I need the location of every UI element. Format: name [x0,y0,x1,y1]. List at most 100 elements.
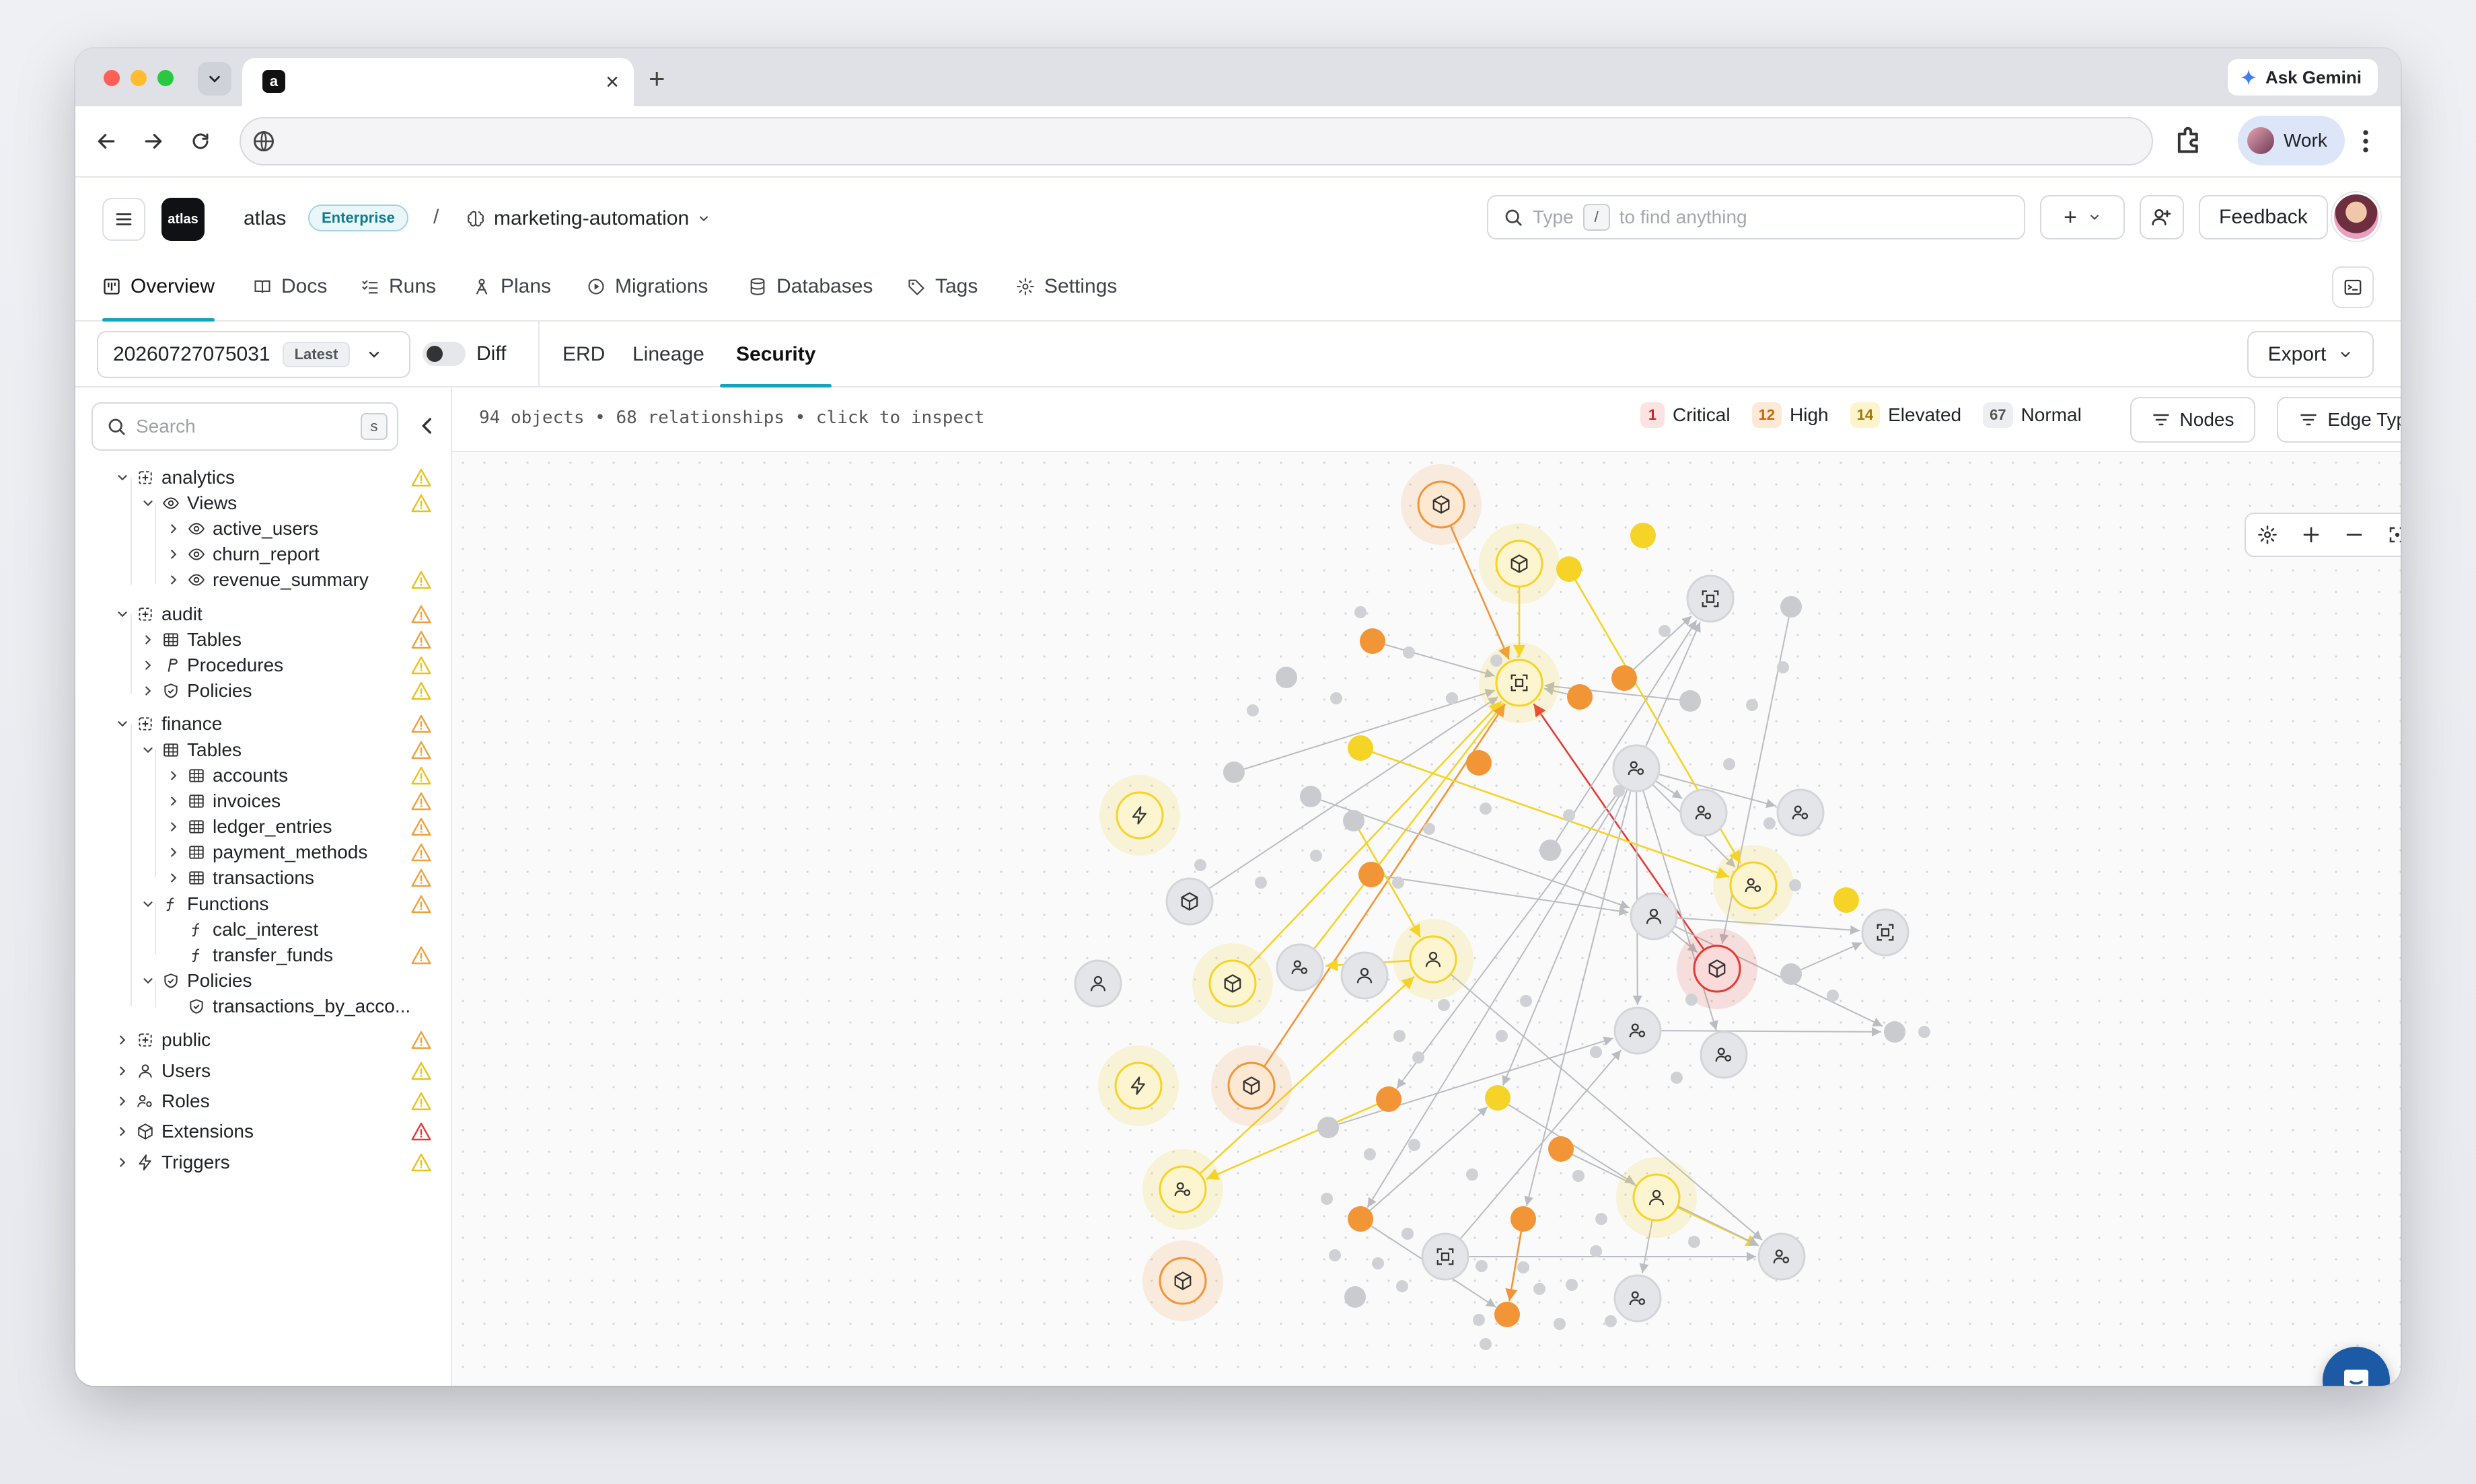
graph-node-dot[interactable] [1223,762,1245,783]
chevron-right-icon[interactable] [113,1088,132,1115]
export-button[interactable]: Export [2247,331,2374,378]
graph-node-minor[interactable] [1746,699,1758,711]
tree-item-triggers[interactable]: Triggers [75,1149,452,1176]
invite-user-button[interactable] [2140,195,2184,239]
graph-edge[interactable] [1383,643,1495,678]
tab-migrations[interactable]: Migrations [587,252,708,322]
chevron-down-icon[interactable] [139,891,157,918]
maximize-window-button[interactable] [157,70,174,86]
edge-types-filter-button[interactable]: Edge Types [2277,397,2401,443]
graph-node-minor[interactable] [1595,1213,1607,1225]
chevron-down-icon[interactable] [113,464,132,491]
graph-node-bolt[interactable] [1099,775,1180,856]
graph-node-minor[interactable] [1354,606,1367,618]
severity-elevated[interactable]: 14 Elevated [1850,402,1961,428]
graph-node-roles[interactable] [1700,1031,1748,1079]
tree-item-analytics[interactable]: analytics [75,464,452,491]
graph-node-box[interactable] [1401,464,1482,545]
global-search-input[interactable]: Type / to find anything [1487,195,2025,239]
graph-node-schema[interactable] [1421,1232,1469,1281]
graph-node-dot[interactable] [1833,887,1859,913]
create-new-button[interactable]: + [2040,195,2125,239]
graph-edge[interactable] [1368,1106,1488,1213]
back-button[interactable] [89,124,124,159]
graph-node-minor[interactable] [1393,1030,1406,1042]
graph-node-dot[interactable] [1348,1206,1373,1232]
graph-node-dot[interactable] [1548,1136,1574,1162]
graph-node-minor[interactable] [1688,1236,1700,1248]
tree-item-churn-report[interactable]: churn_report [75,541,452,568]
user-avatar[interactable] [2332,192,2380,241]
graph-node-dot[interactable] [1611,665,1637,691]
chevron-right-icon[interactable] [164,788,183,815]
tree-item-public[interactable]: public [75,1027,452,1053]
tree-item-tables[interactable]: Tables [75,737,452,764]
ask-gemini-button[interactable]: Ask Gemini [2227,59,2378,96]
graph-node-minor[interactable] [1466,1168,1478,1181]
graph-node-minor[interactable] [1496,1030,1508,1042]
chevron-right-icon[interactable] [139,677,157,704]
graph-node-dot[interactable] [1276,667,1297,688]
graph-edge[interactable] [1644,622,1701,748]
graph-node-minor[interactable] [1566,1279,1578,1291]
tab-docs[interactable]: Docs [253,252,327,322]
graph-node-minor[interactable] [1480,803,1492,815]
tab-databases[interactable]: Databases [748,252,873,322]
graph-node-user[interactable] [1630,892,1678,940]
org-name[interactable]: atlas [244,207,286,230]
graph-node-minor[interactable] [1763,817,1776,829]
graph-node-minor[interactable] [1533,1283,1545,1295]
sidebar-search-input[interactable]: Search s [92,402,398,451]
graph-node-dot[interactable] [1466,750,1492,776]
chevron-down-icon[interactable] [113,601,132,628]
tree-item-views[interactable]: Views [75,490,452,517]
profile-button[interactable]: Work [2238,116,2345,165]
graph-node-dot[interactable] [1539,840,1561,861]
menu-button[interactable] [102,198,145,241]
tree-item-active-users[interactable]: active_users [75,515,452,542]
tree-item-audit[interactable]: audit [75,601,452,628]
graph-node-minor[interactable] [1671,1072,1683,1084]
address-bar[interactable] [240,117,2153,165]
graph-edge[interactable] [1800,942,1862,971]
graph-node-dot[interactable] [1510,1206,1536,1232]
graph-node-user[interactable] [1340,951,1389,1000]
tree-item-accounts[interactable]: accounts [75,762,452,789]
chevron-right-icon[interactable] [164,762,183,789]
graph-node-minor[interactable] [1423,823,1435,835]
graph-node-dot[interactable] [1317,1117,1339,1138]
graph-node-minor[interactable] [1255,877,1267,889]
graph-node-box[interactable] [1192,943,1273,1024]
tree-item-extensions[interactable]: Extensions [75,1118,452,1145]
tree-item-invoices[interactable]: invoices [75,788,452,815]
chevron-right-icon[interactable] [164,566,183,593]
graph-edge[interactable] [1544,681,1680,701]
close-window-button[interactable] [104,70,120,86]
chevron-down-icon[interactable] [139,737,157,764]
tree-item-transactions-by-acco-[interactable]: transactions_by_acco... [75,993,452,1020]
graph-node-minor[interactable] [1480,1338,1492,1350]
tab-plans[interactable]: Plans [472,252,551,322]
chevron-down-icon[interactable] [139,967,157,994]
view-tab-lineage[interactable]: Lineage [632,322,704,387]
graph-node-minor[interactable] [1590,1046,1602,1058]
graph-node-minor[interactable] [1321,1193,1333,1205]
graph-node-minor[interactable] [1412,1051,1424,1064]
graph-node-minor[interactable] [1310,850,1322,862]
graph-node-minor[interactable] [1438,999,1450,1011]
graph-edge[interactable] [1208,696,1498,890]
chevron-right-icon[interactable] [164,813,183,840]
graph-node-roles[interactable] [1276,943,1324,992]
graph-edge[interactable] [1660,1027,1882,1037]
collapse-sidebar-icon[interactable] [416,414,439,437]
chevron-right-icon[interactable] [113,1027,132,1053]
chevron-down-icon[interactable] [113,710,132,737]
graph-node-minor[interactable] [1563,809,1575,821]
tab-tags[interactable]: Tags [907,252,978,322]
tree-item-calc-interest[interactable]: calc_interest [75,916,452,943]
graph-node-roles[interactable] [1142,1149,1223,1230]
graph-node-bolt[interactable] [1098,1045,1179,1126]
graph-node-user[interactable] [1616,1157,1697,1238]
graph-node-minor[interactable] [1520,995,1532,1007]
graph-node-minor[interactable] [1476,1260,1488,1272]
